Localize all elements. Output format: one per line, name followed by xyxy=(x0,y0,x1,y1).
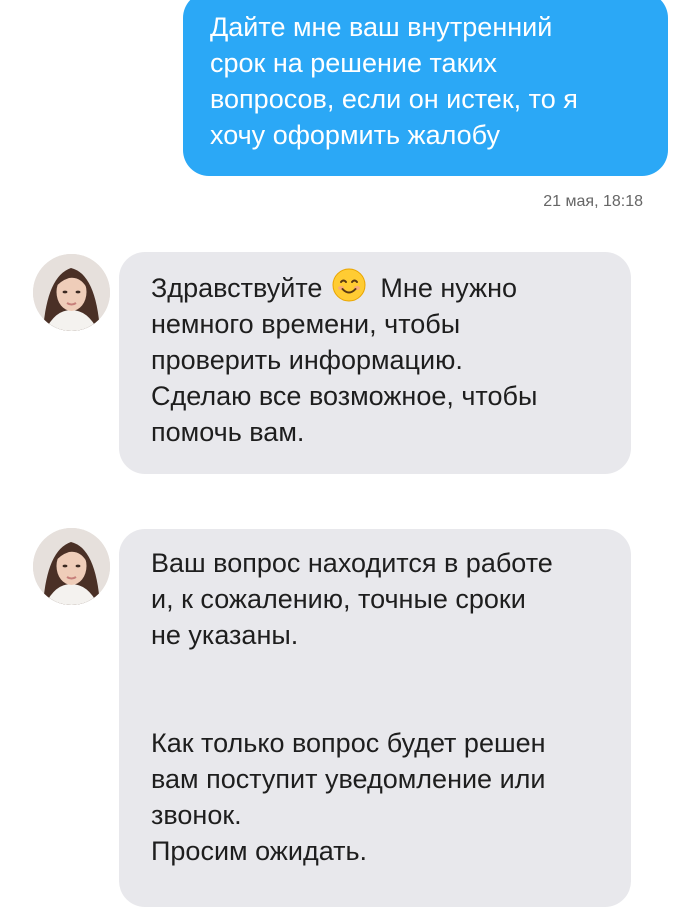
agent-avatar-icon[interactable] xyxy=(33,528,110,605)
greeting-text: Здравствуйте xyxy=(151,273,323,303)
message-text-line: Здравствуйте Мне нужно xyxy=(151,268,611,306)
smiling-face-emoji-icon xyxy=(332,268,366,302)
message-timestamp: 21 мая, 18:18 xyxy=(543,193,643,210)
message-text-line: проверить информацию. xyxy=(151,345,463,375)
message-text-line: Дайте мне ваш внутренний xyxy=(210,12,553,42)
message-text-line: не указаны. xyxy=(151,620,299,650)
message-text-line: немного времени, чтобы xyxy=(151,309,461,339)
message-text-line: вопросов, если он истек, то я xyxy=(210,84,578,114)
incoming-message-bubble: Здравствуйте Мне нужно немного времени, ч… xyxy=(119,252,631,474)
message-text-line: Как только вопрос будет решен xyxy=(151,728,546,758)
message-text-line: Сделаю все возможное, чтобы xyxy=(151,381,538,411)
message-text-line: и, к сожалению, точные сроки xyxy=(151,584,526,614)
incoming-message-bubble: Ваш вопрос находится в работе и, к сожал… xyxy=(119,529,631,907)
message-text-line: Просим ожидать. xyxy=(151,836,368,866)
message-text-line: помочь вам. xyxy=(151,417,305,447)
message-text-line: вам поступит уведомление или xyxy=(151,764,546,794)
message-text-line: хочу оформить жалобу xyxy=(210,120,501,150)
message-text-fragment: Мне нужно xyxy=(380,273,518,303)
message-text-line: срок на решение таких xyxy=(210,48,497,78)
agent-avatar-icon[interactable] xyxy=(33,254,110,331)
message-text-line: Ваш вопрос находится в работе xyxy=(151,548,553,578)
message-text-line: звонок. xyxy=(151,800,242,830)
outgoing-message-bubble: Дайте мне ваш внутренний срок на решение… xyxy=(183,0,668,176)
